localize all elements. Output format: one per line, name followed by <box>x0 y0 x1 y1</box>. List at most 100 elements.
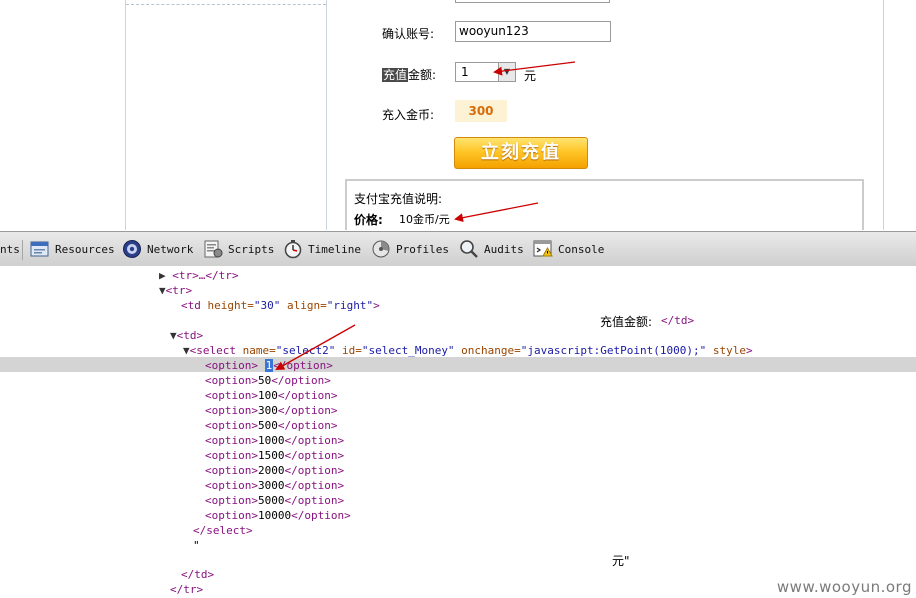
recharge-now-button[interactable]: 立刻充值 <box>454 137 588 169</box>
triangle-down-icon[interactable]: ▼ <box>183 344 190 357</box>
tab-console-label: Console <box>558 242 605 256</box>
tag-text: </option> <box>291 509 351 522</box>
dom-node-option[interactable]: <option>50</option> <box>205 373 331 388</box>
amount-select-value: 1 <box>461 65 469 79</box>
triangle-down-icon[interactable]: ▼ <box>159 284 166 297</box>
dom-tree-panel: ▶ <tr>…</tr> ▼<tr> <td height="30" align… <box>0 266 916 598</box>
dom-node-select[interactable]: ▼<select name="select2" id="select_Money… <box>183 343 753 358</box>
option-value: 100 <box>257 389 278 402</box>
price-value: 10金币/元 <box>399 213 450 226</box>
attr-value: "select_Money" <box>361 344 455 357</box>
resources-icon <box>30 239 50 259</box>
dom-node-option[interactable]: <option>300</option> <box>205 403 337 418</box>
tab-profiles[interactable]: Profiles <box>371 238 449 260</box>
tag-text: <option> <box>205 419 258 432</box>
tab-scripts[interactable]: Scripts <box>203 238 274 260</box>
tab-audits[interactable]: Audits <box>459 238 524 260</box>
tag-text: </option> <box>284 434 345 447</box>
amount-select[interactable]: 1 ▼ <box>455 62 516 82</box>
tag-text: <tr> <box>165 284 193 297</box>
chevron-down-icon[interactable]: ▼ <box>498 63 515 81</box>
tag-text: > <box>373 299 380 312</box>
dom-node-tr-close[interactable]: </tr> <box>170 582 203 597</box>
attr-name: align= <box>280 299 327 312</box>
tab-network-label: Network <box>147 242 194 256</box>
tab-console[interactable]: Console <box>533 238 604 260</box>
option-value: 1000 <box>257 434 285 447</box>
dom-node-option[interactable]: <option>5000</option> <box>205 493 344 508</box>
price-label: 价格: <box>354 213 383 227</box>
attr-name: id= <box>335 344 362 357</box>
attr-value: "30" <box>253 299 281 312</box>
td-text-amount-label: 充值金额: <box>600 315 653 329</box>
tag-text: <option> <box>205 449 258 462</box>
audits-icon <box>459 239 479 259</box>
tag-text: </option> <box>277 419 338 432</box>
attr-value: "select2" <box>275 344 336 357</box>
devtools-toolbar: nts Resources Network Scripts Timeline P… <box>0 231 916 267</box>
tag-text: </option> <box>271 374 331 387</box>
profiles-icon <box>371 239 391 259</box>
label-highlight-text: 充值 <box>382 68 409 82</box>
attr-value: "right" <box>326 299 374 312</box>
dom-node-td-close[interactable]: </td> <box>181 567 214 582</box>
dom-node-select-close[interactable]: </select> <box>193 523 253 538</box>
tag-text: </option> <box>284 479 345 492</box>
alipay-info-box: 支付宝充值说明: 价格: 10金币/元 <box>345 179 864 230</box>
tag-text: <option> <box>205 374 258 387</box>
attr-name: style <box>706 344 746 357</box>
tag-text: > <box>745 344 753 357</box>
tag-text: </option> <box>284 464 345 477</box>
tag-text: <option> <box>205 464 258 477</box>
tab-timeline-label: Timeline <box>308 242 361 256</box>
option-value: 3000 <box>257 479 285 492</box>
tab-elements[interactable]: nts <box>0 238 20 260</box>
tab-timeline[interactable]: Timeline <box>283 238 361 260</box>
tab-resources[interactable]: Resources <box>30 238 115 260</box>
dashed-divider <box>126 4 326 5</box>
tag-text: <option> <box>205 509 258 522</box>
option-value: 300 <box>257 404 278 417</box>
dom-node-option[interactable]: <option>500</option> <box>205 418 337 433</box>
tag-text: </option> <box>284 494 345 507</box>
tab-network[interactable]: Network <box>122 238 193 260</box>
dom-node-option[interactable]: <option>2000</option> <box>205 463 344 478</box>
option-value: 10000 <box>257 509 292 522</box>
tag-text: <option> <box>205 359 258 372</box>
dom-node-option[interactable]: <option>100</option> <box>205 388 337 403</box>
content-border <box>883 0 884 230</box>
dom-node-option-selected[interactable]: <option> 1</option> <box>205 358 333 373</box>
dom-node-option[interactable]: <option>1000</option> <box>205 433 344 448</box>
tag-text: <td> <box>176 329 204 342</box>
left-sidebar-panel <box>125 0 327 230</box>
attr-name: height= <box>200 299 254 312</box>
dom-node-td[interactable]: ▼<td> <box>170 328 203 343</box>
network-icon <box>122 239 142 259</box>
tag-text: <option> <box>205 479 258 492</box>
account-input-partial[interactable] <box>455 0 610 3</box>
coins-label: 充入金币: <box>382 108 435 122</box>
dom-node-option[interactable]: <option>3000</option> <box>205 478 344 493</box>
tag-text: <td <box>181 299 201 312</box>
selected-option-text[interactable]: 1 <box>264 359 274 372</box>
option-value: 2000 <box>257 464 285 477</box>
dom-node-tr[interactable]: ▼<tr> <box>159 283 192 298</box>
tab-elements-label: nts <box>0 242 20 256</box>
dom-node-option[interactable]: <option>1500</option> <box>205 448 344 463</box>
tag-text: <option> <box>205 434 258 447</box>
dom-node-td-right[interactable]: <td height="30" align="right"> <box>181 298 380 313</box>
confirm-account-input[interactable]: wooyun123 <box>455 21 611 42</box>
option-value: 1500 <box>257 449 285 462</box>
text-node-quote[interactable]: " <box>193 538 200 553</box>
console-icon <box>533 239 553 259</box>
info-title: 支付宝充值说明: <box>354 192 443 206</box>
dom-node-tr-collapsed[interactable]: ▶ <tr>…</tr> <box>159 268 238 283</box>
timeline-icon <box>283 239 303 259</box>
triangle-down-icon[interactable]: ▼ <box>170 329 177 342</box>
attr-value: "javascript:GetPoint(1000);" <box>520 344 707 357</box>
tab-scripts-label: Scripts <box>228 242 275 256</box>
recharge-amount-label: 充值金额: <box>382 66 436 83</box>
dom-node-option[interactable]: <option>10000</option> <box>205 508 351 523</box>
option-value: 500 <box>257 419 278 432</box>
triangle-right-icon[interactable]: ▶ <box>159 269 166 282</box>
